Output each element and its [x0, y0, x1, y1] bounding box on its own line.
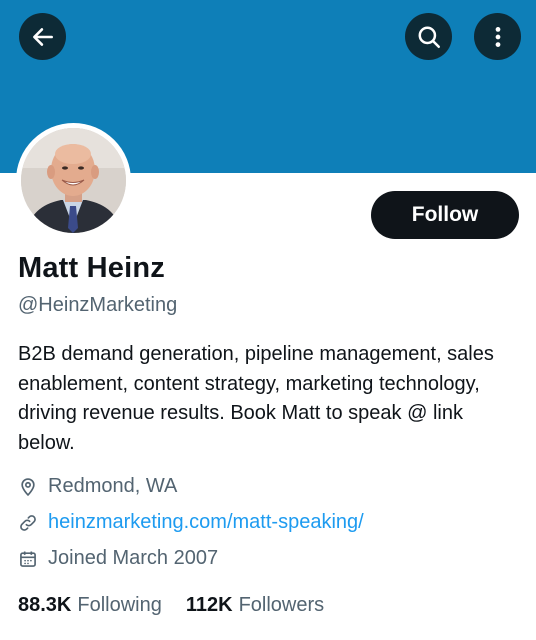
profile-website: heinzmarketing.com/matt-speaking/: [18, 511, 364, 534]
followers-count: 112K: [185, 594, 233, 616]
profile-name: Matt Heinz: [18, 252, 165, 284]
arrow-left-icon: [32, 27, 53, 46]
profile-stats: 88.3K Following 112K Followers: [18, 594, 324, 617]
following-label: Following: [77, 594, 162, 616]
follow-button[interactable]: Follow: [371, 191, 519, 239]
avatar-image: [21, 128, 126, 233]
following-stat[interactable]: 88.3K Following: [18, 594, 162, 617]
following-count: 88.3K: [18, 594, 72, 616]
profile-joined: Joined March 2007: [18, 547, 218, 570]
profile-bio: B2B demand generation, pipeline manageme…: [18, 343, 494, 454]
more-options-button[interactable]: [474, 13, 521, 60]
joined-text: Joined March 2007: [48, 547, 219, 569]
profile-location: Redmond, WA: [18, 475, 177, 498]
back-button[interactable]: [19, 13, 66, 60]
website-link[interactable]: heinzmarketing.com/matt-speaking/: [48, 511, 364, 534]
search-icon: [418, 26, 440, 48]
profile-handle: @HeinzMarketing: [18, 294, 178, 316]
more-vertical-icon: [495, 26, 500, 47]
location-text: Redmond, WA: [48, 475, 178, 497]
followers-label: Followers: [238, 594, 325, 616]
calendar-icon: [18, 548, 40, 570]
search-button[interactable]: [405, 13, 452, 60]
avatar[interactable]: [16, 123, 131, 238]
link-icon: [18, 512, 40, 534]
location-pin-icon: [18, 476, 40, 498]
followers-stat[interactable]: 112K Followers: [186, 594, 324, 617]
